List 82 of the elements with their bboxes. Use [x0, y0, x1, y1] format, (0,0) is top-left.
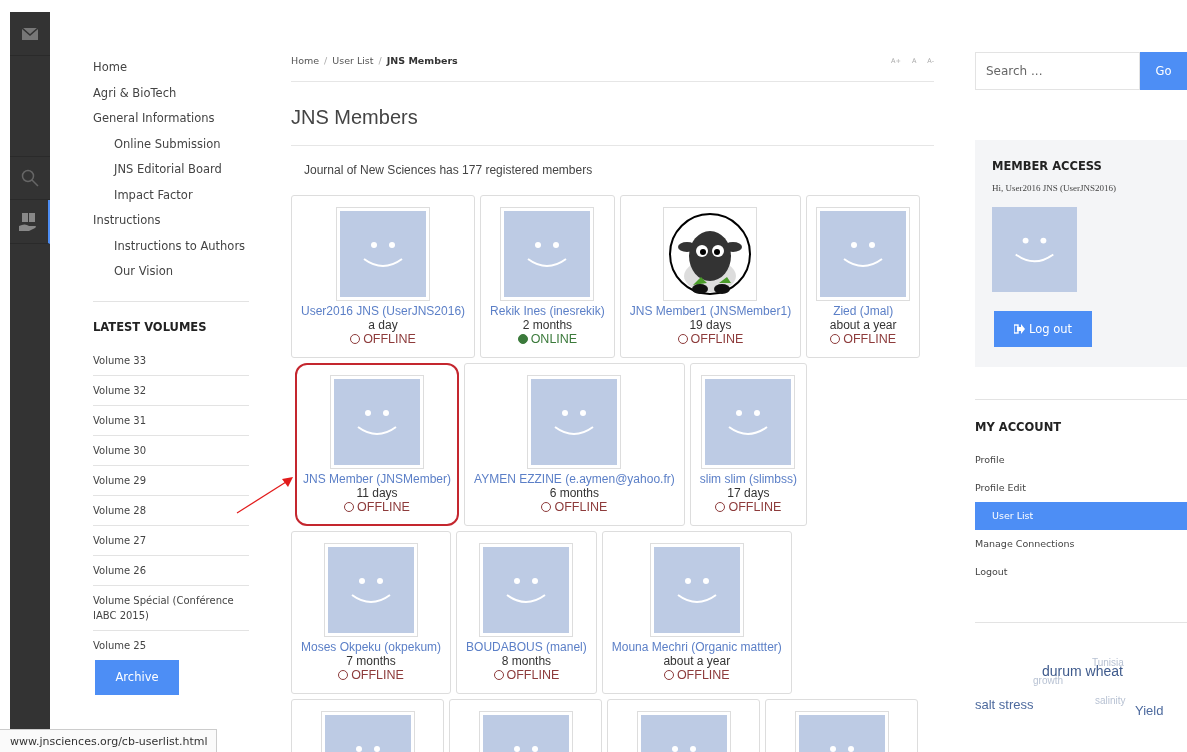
- account-menu-item[interactable]: Profile Edit: [975, 474, 1187, 502]
- nav-link[interactable]: Agri & BioTech: [93, 80, 249, 106]
- avatar-placeholder-icon: [992, 207, 1077, 292]
- last-seen-text: 19 days: [689, 318, 732, 332]
- avatar-placeholder-icon: [483, 547, 570, 633]
- member-name-link[interactable]: AYMEN EZZINE (e.aymen@yahoo.fr): [474, 472, 675, 486]
- status-text: OFFLINE: [690, 332, 744, 346]
- member-name-link[interactable]: BOUDABOUS (manel): [466, 640, 587, 654]
- volume-link[interactable]: Volume 29: [93, 465, 249, 496]
- last-seen-text: 17 days: [727, 486, 770, 500]
- section-heading: LATEST VOLUMES: [93, 319, 208, 334]
- last-seen-text: 11 days: [356, 486, 398, 500]
- nav-link[interactable]: JNS Editorial Board: [93, 157, 249, 183]
- status-text: OFFLINE: [676, 668, 730, 682]
- sign-out-icon: [1014, 324, 1025, 334]
- member-name-link[interactable]: User2016 JNS (UserJNS2016): [301, 304, 466, 318]
- last-seen-text: 7 months: [346, 654, 396, 668]
- tag-link[interactable]: salt stress: [975, 697, 1034, 712]
- volume-link[interactable]: Volume 25: [93, 630, 249, 660]
- volume-link[interactable]: Volume Spécial (Conférence IABC 2015): [93, 585, 249, 631]
- page-title: JNS Members: [291, 82, 934, 146]
- nav-link[interactable]: Home: [93, 55, 249, 81]
- status-text: OFFLINE: [357, 500, 410, 514]
- status-text: OFFLINE: [351, 668, 404, 682]
- member-name-link[interactable]: Mouna Mechri (Organic mattter): [611, 640, 782, 654]
- last-seen-text: 6 months: [549, 486, 600, 500]
- avatar-placeholder-icon: [340, 211, 427, 297]
- breadcrumb-separator: /: [324, 55, 328, 66]
- nav-link[interactable]: Impact Factor: [93, 182, 249, 208]
- volume-link[interactable]: Volume 33: [93, 345, 249, 376]
- last-seen-text: about a year: [829, 318, 897, 332]
- last-seen-text: a day: [368, 318, 398, 332]
- volume-link[interactable]: Volume 32: [93, 375, 249, 406]
- avatar-placeholder-icon: [334, 379, 420, 465]
- avatar-placeholder-icon: [328, 547, 415, 633]
- nav-link[interactable]: General Informations: [93, 106, 249, 132]
- member-name-link[interactable]: Moses Okpeku (okpekum): [301, 640, 442, 654]
- breadcrumb-separator: /: [378, 55, 382, 66]
- volume-link[interactable]: Volume 31: [93, 405, 249, 436]
- breadcrumb-link[interactable]: JNS Members: [386, 55, 458, 66]
- volume-link[interactable]: Volume 28: [93, 495, 249, 526]
- section-heading: MY ACCOUNT: [975, 420, 1063, 434]
- status-bar-url: www.jnsciences.org/cb-userlist.html: [0, 729, 217, 752]
- status-text: OFFLINE: [728, 500, 782, 514]
- status-text: OFFLINE: [554, 500, 608, 514]
- avatar-placeholder-icon: [653, 547, 740, 633]
- nav-link[interactable]: Instructions to Authors: [93, 233, 249, 259]
- breadcrumb-link[interactable]: Home: [291, 55, 320, 66]
- last-seen-text: 2 months: [522, 318, 573, 332]
- status-text: OFFLINE: [843, 332, 897, 346]
- member-name-link[interactable]: slim slim (slimbss): [699, 472, 798, 486]
- mail-icon[interactable]: [22, 27, 38, 40]
- tag-link[interactable]: Yield: [1135, 703, 1164, 718]
- greeting-text: Hi, User2016 JNS (UserJNS2016): [992, 183, 1116, 193]
- nav-link[interactable]: Instructions: [93, 208, 249, 234]
- last-seen-text: about a year: [663, 654, 731, 668]
- account-menu-item[interactable]: Manage Connections: [975, 530, 1187, 558]
- nav-link[interactable]: Our Vision: [93, 259, 249, 285]
- search-icon[interactable]: [21, 169, 39, 187]
- volume-link[interactable]: Volume 27: [93, 525, 249, 556]
- member-name-link[interactable]: JNS Member1 (JNSMember1): [629, 304, 792, 318]
- member-name-link[interactable]: Zied (Jmal): [833, 304, 894, 318]
- avatar-placeholder-icon: [705, 379, 792, 465]
- volume-link[interactable]: Volume 26: [93, 555, 249, 586]
- account-menu-item[interactable]: Logout: [975, 558, 1187, 586]
- breadcrumb-link[interactable]: User List: [332, 55, 374, 66]
- member-name-link[interactable]: JNS Member (JNSMember): [303, 472, 452, 486]
- status-text: OFFLINE: [506, 668, 560, 682]
- status-text: ONLINE: [530, 332, 578, 346]
- last-seen-text: 8 months: [501, 654, 552, 668]
- member-count-text: Journal of New Sciences has 177 registered members: [303, 162, 594, 179]
- volume-link[interactable]: Volume 30: [93, 435, 249, 466]
- avatar-placeholder-icon: [504, 211, 591, 297]
- member-name-link[interactable]: Rekik Ines (inesrekik): [490, 304, 605, 318]
- nav-link[interactable]: Online Submission: [93, 131, 249, 157]
- avatar-placeholder-icon: [820, 211, 907, 297]
- avatar-placeholder-icon: [531, 379, 618, 465]
- section-heading: MEMBER ACCESS: [992, 159, 1102, 173]
- search-field[interactable]: Search ...: [975, 52, 1140, 90]
- annotation-arrow: [236, 476, 294, 514]
- status-text: OFFLINE: [363, 332, 416, 346]
- account-menu-item[interactable]: Profile: [975, 446, 1187, 474]
